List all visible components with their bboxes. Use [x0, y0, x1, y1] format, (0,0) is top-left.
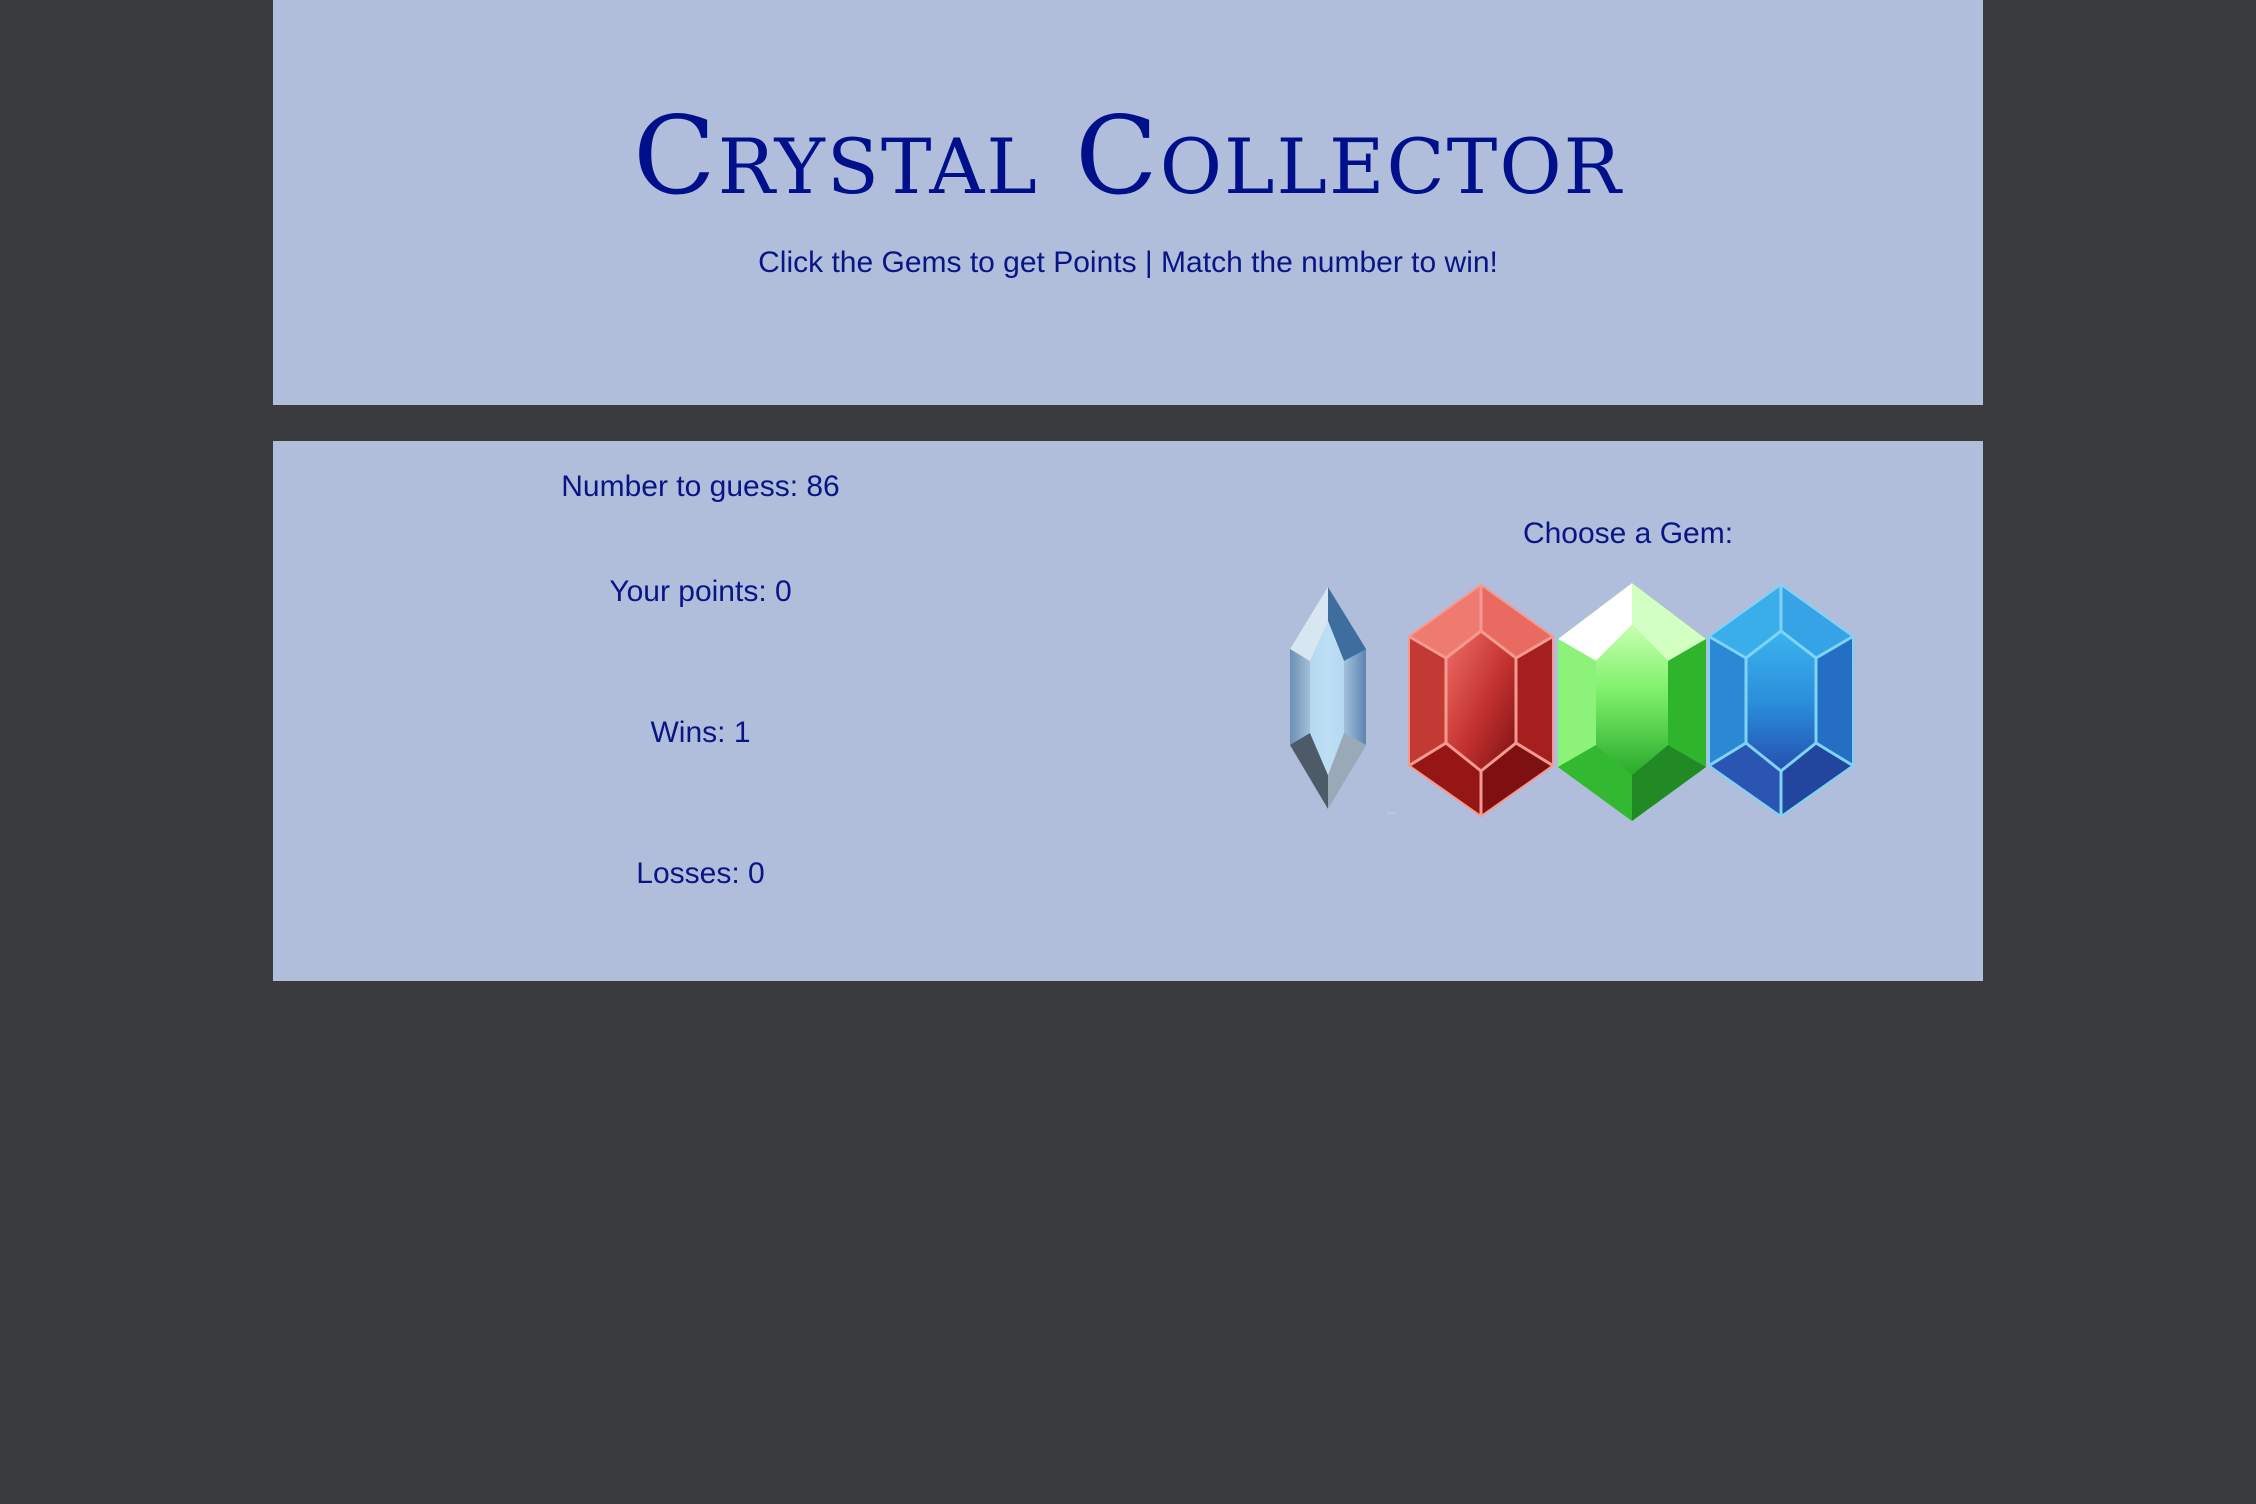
your-points: Your points: 0 [609, 575, 792, 608]
page-title: Crystal Collector [633, 94, 1623, 219]
loading-dots: ... [1387, 803, 1398, 817]
green-gem-button[interactable] [1556, 581, 1708, 823]
number-to-guess: Number to guess: 86 [561, 470, 840, 503]
red-gem-icon [1408, 583, 1554, 818]
losses-count: Losses: 0 [636, 857, 765, 890]
blue-gem-button[interactable] [1706, 583, 1856, 818]
game-panel: Number to guess: 86 Your points: 0 Wins:… [273, 441, 1983, 981]
wins-count: Wins: 1 [650, 716, 751, 749]
header-panel: Crystal Collector Click the Gems to get … [273, 0, 1983, 405]
crystal-gem-button[interactable] [1288, 585, 1368, 811]
crystal-gem-icon [1290, 587, 1366, 809]
page-subtitle: Click the Gems to get Points | Match the… [758, 246, 1498, 279]
choose-gem-label: Choose a Gem: [1522, 517, 1734, 550]
green-gem-icon [1558, 583, 1706, 821]
blue-gem-icon [1708, 583, 1854, 818]
red-gem-button[interactable] [1406, 583, 1556, 818]
